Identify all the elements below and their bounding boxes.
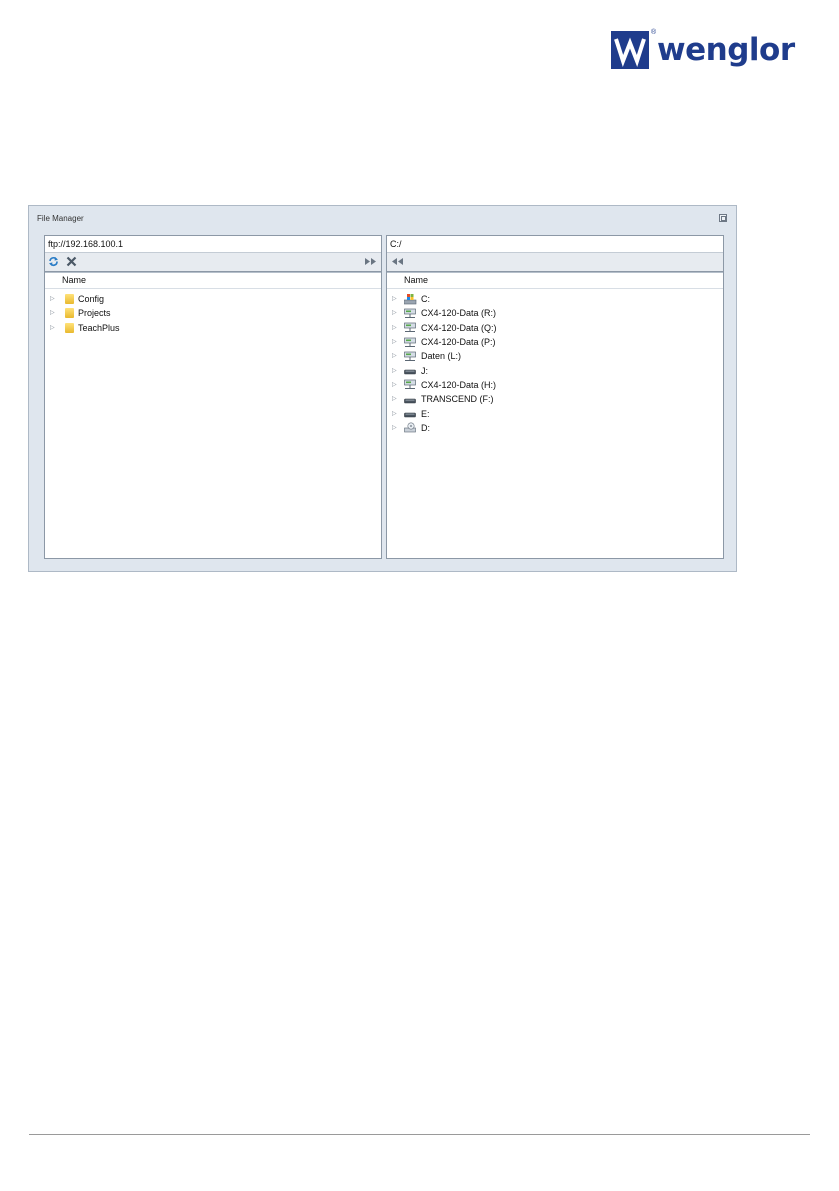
tree-item-label: E: <box>421 408 430 419</box>
tree-item[interactable]: ▷ C: <box>387 292 723 306</box>
tree-item[interactable]: ▷ CX4-120-Data (P:) <box>387 335 723 349</box>
expand-icon[interactable]: ▷ <box>387 392 404 406</box>
ftp-tree: Name ▷ Config ▷ Projects ▷ TeachPlus <box>45 272 381 558</box>
window-title: File Manager <box>37 214 84 223</box>
expand-icon[interactable]: ▷ <box>387 378 404 392</box>
removable-drive-icon <box>404 394 417 405</box>
tree-item[interactable]: ▷ D: <box>387 421 723 435</box>
tree-item[interactable]: ▷ CX4-120-Data (H:) <box>387 378 723 392</box>
optical-drive-icon <box>404 422 417 433</box>
network-drive-icon <box>404 308 417 319</box>
footer-divider <box>29 1134 810 1135</box>
local-toolbar <box>387 253 723 272</box>
tree-item-label: Config <box>78 294 105 305</box>
tree-item-label: TRANSCEND (F:) <box>421 394 494 405</box>
file-manager-window: File Manager ftp://192.168.100.1 Name ▷ … <box>28 205 737 572</box>
tree-item[interactable]: ▷ E: <box>387 406 723 420</box>
tree-item-label: CX4-120-Data (Q:) <box>421 322 497 333</box>
tree-item[interactable]: ▷ Daten (L:) <box>387 349 723 363</box>
system-drive-icon <box>403 293 417 305</box>
expand-icon[interactable]: ▷ <box>387 421 404 435</box>
network-drive-icon <box>404 379 417 390</box>
expand-icon[interactable]: ▷ <box>45 306 62 320</box>
tree-item[interactable]: ▷ Config <box>45 292 381 306</box>
delete-icon[interactable] <box>65 255 78 268</box>
tree-item[interactable]: ▷ TRANSCEND (F:) <box>387 392 723 406</box>
tree-item[interactable]: ▷ CX4-120-Data (R:) <box>387 306 723 320</box>
network-drive-icon <box>404 322 417 333</box>
folder-icon <box>65 294 74 305</box>
expand-icon[interactable]: ▷ <box>387 306 404 320</box>
tree-item-label: TeachPlus <box>78 322 120 333</box>
network-drive-icon <box>404 351 417 362</box>
tree-item-label: D: <box>421 422 430 433</box>
transfer-left-icon[interactable] <box>391 255 404 268</box>
expand-icon[interactable]: ▷ <box>45 292 62 306</box>
expand-icon[interactable]: ▷ <box>387 292 404 306</box>
folder-icon <box>65 322 74 333</box>
network-drive-icon <box>404 337 417 348</box>
wenglor-logo: ® wenglor <box>611 29 813 70</box>
restore-icon[interactable] <box>719 214 727 222</box>
column-header-name[interactable]: Name <box>45 273 381 289</box>
refresh-icon[interactable] <box>47 255 60 268</box>
tree-item-label: CX4-120-Data (P:) <box>421 337 496 348</box>
tree-item[interactable]: ▷ J: <box>387 363 723 377</box>
removable-drive-icon <box>404 365 417 376</box>
folder-icon <box>65 308 74 319</box>
tree-item-label: J: <box>421 365 429 376</box>
tree-item-label: CX4-120-Data (R:) <box>421 308 497 319</box>
tree-item[interactable]: ▷ CX4-120-Data (Q:) <box>387 321 723 335</box>
tree-item[interactable]: ▷ Projects <box>45 306 381 320</box>
expand-icon[interactable]: ▷ <box>387 321 404 335</box>
expand-icon[interactable]: ▷ <box>387 349 404 363</box>
ftp-pane: ftp://192.168.100.1 Name ▷ Config ▷ Proj… <box>44 235 382 559</box>
column-header-name[interactable]: Name <box>387 273 723 289</box>
ftp-toolbar <box>45 253 381 272</box>
expand-icon[interactable]: ▷ <box>387 335 404 349</box>
tree-item-label: Projects <box>78 308 111 319</box>
tree-item[interactable]: ▷ TeachPlus <box>45 321 381 335</box>
transfer-right-icon[interactable] <box>364 255 377 268</box>
removable-drive-icon <box>404 408 417 419</box>
expand-icon[interactable]: ▷ <box>387 364 404 378</box>
wenglor-logo-text: wenglor <box>657 32 795 68</box>
tree-item-label: Daten (L:) <box>421 351 462 362</box>
expand-icon[interactable]: ▷ <box>45 321 62 335</box>
local-pane: C:/ Name ▷ C: ▷ CX4-120-Data (R:) ▷ CX4-… <box>386 235 724 559</box>
expand-icon[interactable]: ▷ <box>387 407 404 421</box>
local-tree: Name ▷ C: ▷ CX4-120-Data (R:) ▷ CX4-120-… <box>387 272 723 558</box>
wenglor-logo-mark-icon: ® <box>611 29 656 69</box>
local-path-field[interactable]: C:/ <box>387 236 723 253</box>
tree-item-label: CX4-120-Data (H:) <box>421 379 497 390</box>
tree-item-label: C: <box>421 294 430 305</box>
ftp-path-field[interactable]: ftp://192.168.100.1 <box>45 236 381 253</box>
